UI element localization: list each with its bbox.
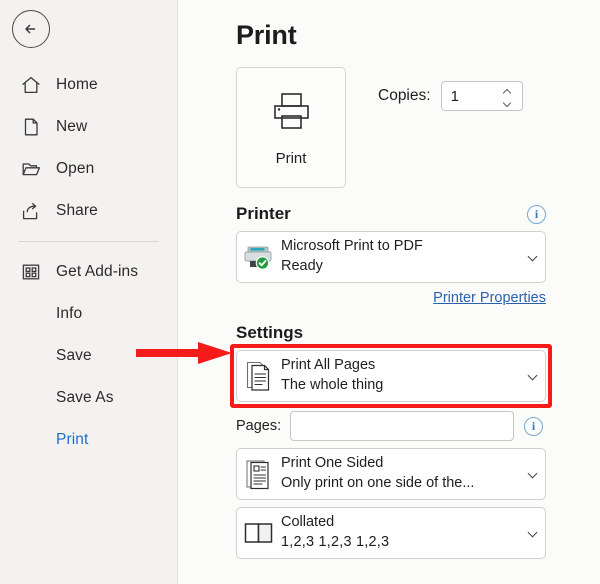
print-button-label: Print	[275, 149, 307, 167]
print-range-primary: Print All Pages	[281, 357, 376, 374]
printer-section-header: Printer i	[236, 204, 546, 224]
print-range-select[interactable]: Print All Pages The whole thing	[236, 350, 546, 402]
pages-info-icon[interactable]: i	[524, 416, 543, 436]
open-folder-icon	[18, 156, 44, 182]
printer-status: Ready	[281, 258, 323, 274]
printer-info-icon[interactable]: i	[527, 204, 546, 224]
sidebar-item-label: New	[56, 118, 88, 135]
copies-control: Copies: 1	[378, 81, 523, 111]
print-range-secondary: The whole thing	[281, 377, 384, 393]
printer-name: Microsoft Print to PDF	[281, 238, 423, 255]
document-pages-icon	[237, 359, 281, 393]
print-backstage-screen: Home New Open Share Get Add-ins Info Sav…	[0, 0, 600, 584]
chevron-down-icon[interactable]	[519, 372, 545, 381]
print-range-text: Print All Pages The whole thing	[281, 356, 519, 395]
print-action-row: Print Copies: 1	[236, 67, 600, 188]
add-ins-grid-icon	[18, 259, 44, 285]
sidebar-item-info[interactable]: Info	[0, 293, 177, 335]
print-pane: Print Print Copies: 1 Printer i Microsof…	[178, 0, 600, 584]
sidebar-item-label: Save	[56, 347, 92, 364]
sidebar-item-label: Share	[56, 202, 98, 219]
share-icon	[18, 198, 44, 224]
sidebar-item-save-as[interactable]: Save As	[0, 377, 177, 419]
printer-device-icon	[237, 242, 281, 272]
print-sides-secondary: Only print on one side of the...	[281, 475, 475, 491]
chevron-down-icon[interactable]	[519, 253, 545, 262]
chevron-up-icon[interactable]	[503, 89, 512, 94]
sidebar-item-share[interactable]: Share	[0, 190, 177, 232]
sidebar-item-label: Get Add-ins	[56, 263, 139, 280]
chevron-down-icon[interactable]	[519, 529, 545, 538]
one-sided-page-icon	[237, 457, 281, 491]
sidebar-item-label: Print	[56, 431, 89, 448]
sidebar-item-home[interactable]: Home	[0, 64, 177, 106]
pages-label: Pages:	[236, 418, 282, 434]
copies-value: 1	[450, 87, 459, 105]
sidebar-divider	[18, 241, 159, 242]
sidebar-item-get-add-ins[interactable]: Get Add-ins	[0, 251, 177, 293]
print-sides-select[interactable]: Print One Sided Only print on one side o…	[236, 448, 546, 500]
sidebar-item-label: Save As	[56, 389, 114, 406]
sidebar-item-open[interactable]: Open	[0, 148, 177, 190]
copies-spin-arrows	[503, 82, 516, 110]
chevron-down-icon[interactable]	[519, 470, 545, 479]
collated-pages-icon	[237, 519, 281, 547]
chevron-down-icon[interactable]	[503, 99, 512, 104]
printer-select-text: Microsoft Print to PDF Ready	[281, 237, 519, 276]
sidebar-item-label: Open	[56, 160, 95, 177]
new-document-icon	[18, 114, 44, 140]
printer-select[interactable]: Microsoft Print to PDF Ready	[236, 231, 546, 283]
home-icon	[18, 72, 44, 98]
sidebar-item-label: Home	[56, 76, 98, 93]
settings-heading: Settings	[236, 323, 304, 342]
copies-stepper[interactable]: 1	[440, 81, 523, 111]
sidebar-item-new[interactable]: New	[0, 106, 177, 148]
collation-text: Collated 1,2,3 1,2,3 1,2,3	[281, 513, 519, 552]
sidebar-item-save[interactable]: Save	[0, 335, 177, 377]
collation-primary: Collated	[281, 514, 335, 531]
sidebar: Home New Open Share Get Add-ins Info Sav…	[0, 0, 178, 584]
printer-properties-row: Printer Properties	[236, 289, 546, 307]
print-sides-primary: Print One Sided	[281, 455, 384, 472]
printer-properties-link[interactable]: Printer Properties	[433, 290, 546, 306]
collation-select[interactable]: Collated 1,2,3 1,2,3 1,2,3	[236, 507, 546, 559]
sidebar-nav-list: Home New Open Share Get Add-ins Info Sav…	[0, 64, 177, 461]
printer-icon	[267, 89, 315, 138]
back-arrow-icon	[25, 24, 36, 34]
print-button[interactable]: Print	[236, 67, 346, 188]
back-button[interactable]	[12, 10, 50, 48]
print-sides-text: Print One Sided Only print on one side o…	[281, 454, 519, 493]
collation-secondary: 1,2,3 1,2,3 1,2,3	[281, 534, 390, 550]
sidebar-item-label: Info	[56, 305, 83, 322]
copies-label: Copies:	[378, 87, 431, 104]
sidebar-item-print[interactable]: Print	[0, 419, 177, 461]
print-range-highlight-wrap: Print All Pages The whole thing	[230, 344, 552, 408]
pages-input[interactable]	[290, 411, 514, 441]
printer-heading: Printer	[236, 204, 291, 223]
pages-row: Pages: i	[236, 411, 600, 441]
page-title: Print	[236, 20, 297, 50]
